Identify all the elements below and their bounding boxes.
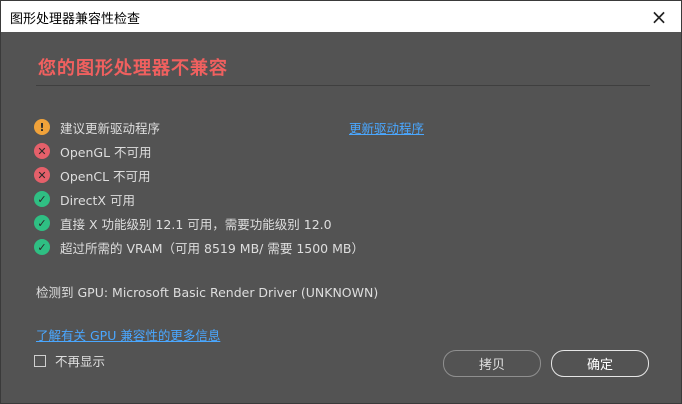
gpu-compat-dialog: 图形处理器兼容性检查 × 您的图形处理器不兼容 ! 建议更新驱动程序 ✕ Ope… <box>0 0 682 404</box>
check-item-driver: ! 建议更新驱动程序 <box>34 118 160 136</box>
dont-show-again-checkbox[interactable] <box>34 354 46 367</box>
title-bar: 图形处理器兼容性检查 × <box>1 1 681 32</box>
check-item-text: 直接 X 功能级别 12.1 可用，需要功能级别 12.0 <box>60 216 332 232</box>
copy-button[interactable]: 拷贝 <box>443 350 541 377</box>
check-icon: ✓ <box>34 239 50 255</box>
error-icon: ✕ <box>34 143 50 159</box>
error-icon: ✕ <box>34 167 50 183</box>
check-item-text: OpenCL 不可用 <box>60 168 151 184</box>
check-item-feature-level: ✓ 直接 X 功能级别 12.1 可用，需要功能级别 12.0 <box>34 214 332 232</box>
dont-show-again-label: 不再显示 <box>55 354 106 369</box>
warning-icon: ! <box>34 119 50 135</box>
divider <box>36 85 650 86</box>
check-item-opencl: ✕ OpenCL 不可用 <box>34 166 151 184</box>
check-item-vram: ✓ 超过所需的 VRAM（可用 8519 MB/ 需要 1500 MB） <box>34 238 364 256</box>
incompatible-heading: 您的图形处理器不兼容 <box>38 58 228 79</box>
check-item-directx: ✓ DirectX 可用 <box>34 190 135 208</box>
check-icon: ✓ <box>34 215 50 231</box>
check-item-text: DirectX 可用 <box>60 192 135 208</box>
window-title: 图形处理器兼容性检查 <box>10 12 141 27</box>
check-item-text: 超过所需的 VRAM（可用 8519 MB/ 需要 1500 MB） <box>60 240 364 256</box>
check-item-text: 建议更新驱动程序 <box>60 120 161 136</box>
ok-button[interactable]: 确定 <box>551 350 649 377</box>
check-item-opengl: ✕ OpenGL 不可用 <box>34 142 152 160</box>
dialog-content: 您的图形处理器不兼容 ! 建议更新驱动程序 ✕ OpenGL 不可用 ✕ Ope… <box>9 32 674 397</box>
check-icon: ✓ <box>34 191 50 207</box>
close-icon[interactable]: × <box>639 1 679 32</box>
gpu-detected-text: 检测到 GPU: Microsoft Basic Render Driver (… <box>36 285 379 300</box>
check-item-text: OpenGL 不可用 <box>60 144 152 160</box>
dont-show-again-option[interactable]: 不再显示 <box>34 351 105 370</box>
more-info-link[interactable]: 了解有关 GPU 兼容性的更多信息 <box>36 325 220 344</box>
update-driver-link[interactable]: 更新驱动程序 <box>349 118 424 137</box>
